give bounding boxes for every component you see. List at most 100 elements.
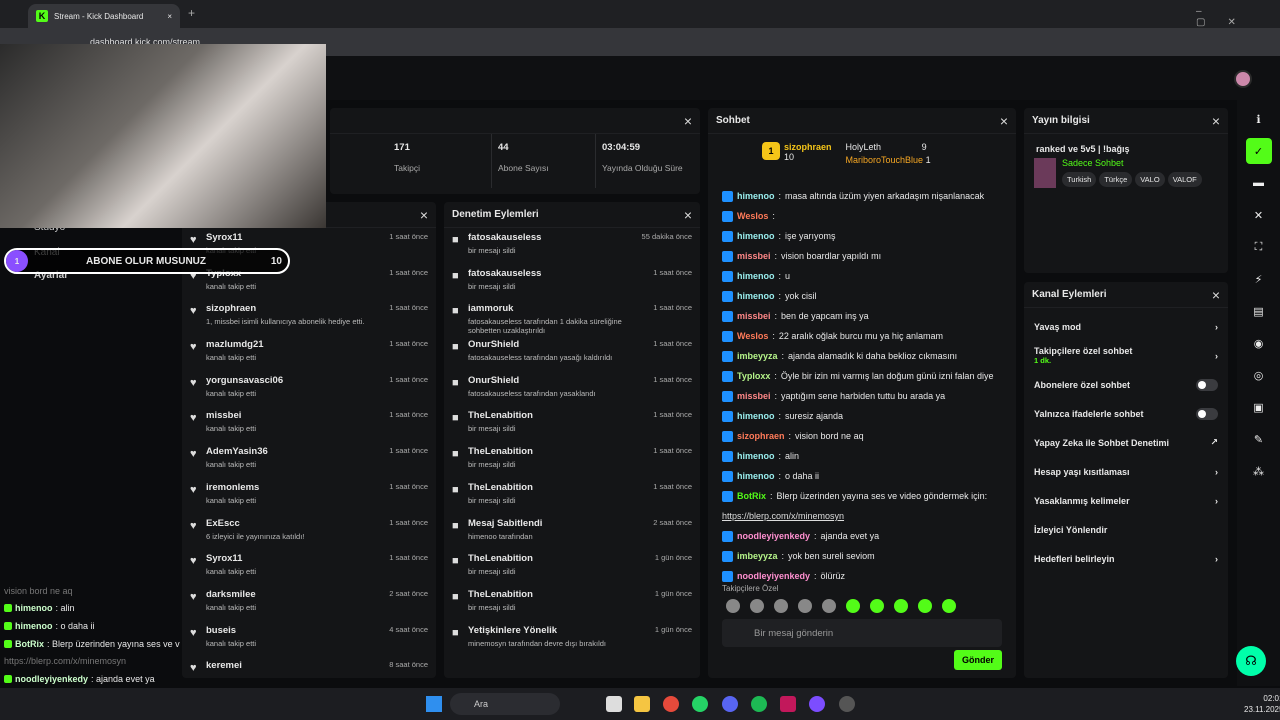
emote-icon[interactable] (894, 599, 908, 613)
tag-chip[interactable]: VALOF (1167, 172, 1202, 187)
support-button[interactable]: ☊ (1236, 646, 1266, 676)
activity-row[interactable]: ♥ buseis kanalı takip etti 4 saat önce (182, 621, 436, 657)
username[interactable]: OnurShield (468, 339, 612, 350)
app-icon[interactable] (780, 696, 796, 712)
chat-message[interactable]: imbeyyza: ajanda alamadık ki daha beklioz… (708, 346, 1016, 366)
close-icon[interactable]: × (167, 12, 172, 21)
chat-message[interactable]: imbeyyza: yok ben sureli seviom (708, 546, 1016, 566)
chat-username[interactable]: imbeyyza (737, 551, 778, 561)
tag-chip[interactable]: VALO (1135, 172, 1165, 187)
send-button[interactable]: Gönder (954, 650, 1002, 670)
file-explorer-icon[interactable] (634, 696, 650, 712)
chat-message[interactable]: sizophraen: vision bord ne aq (708, 426, 1016, 446)
channel-action[interactable]: Abonelere özel sohbet (1024, 370, 1228, 399)
chat-message[interactable]: missbei: ben de yapcam inş ya (708, 306, 1016, 326)
activity-row[interactable]: ♥ yorgunsavasci06 kanalı takip etti 1 saat … (182, 371, 436, 407)
close-icon[interactable]: × (684, 207, 692, 223)
emote-icon[interactable] (942, 599, 956, 613)
chat-message[interactable]: noodleyiyenkedy: ölürüz (708, 566, 1016, 582)
username[interactable]: sizophraen (206, 303, 364, 314)
activity-row[interactable]: ♥ missbei kanalı takip etti 1 saat önce (182, 406, 436, 442)
chat-message[interactable]: Weslos:22 aralık oğlak burcu mu ya hiç a… (708, 326, 1016, 346)
moderation-row[interactable]: ■ TheLenabition bir mesajı sildi 1 saat önc… (444, 478, 700, 514)
username[interactable]: iremonlems (206, 482, 259, 493)
username[interactable]: Mesaj Sabitlendi (468, 518, 542, 529)
username[interactable]: mazlumdg21 (206, 339, 264, 350)
moderation-row[interactable]: ■ iammoruk fatosakauseless tarafından 1 da… (444, 299, 700, 335)
spotify-icon[interactable] (751, 696, 767, 712)
username[interactable]: TheLenabition (468, 553, 533, 564)
chat-username[interactable]: missbei (737, 311, 771, 321)
chat-username[interactable]: Weslos (737, 211, 768, 221)
chat-username[interactable]: sizophraen (737, 431, 785, 441)
activity-row[interactable]: ♥ sizophraen 1, missbei isimli kullanıcıya… (182, 299, 436, 335)
username[interactable]: Syrox11 (206, 232, 256, 243)
moderation-row[interactable]: ■ OnurShield fatosakauseless tarafından ya… (444, 371, 700, 407)
close-icon[interactable]: × (684, 113, 692, 129)
moderation-row[interactable]: ■ TheLenabition bir mesajı sildi 1 saat önc… (444, 406, 700, 442)
channel-action[interactable]: Hedefleri belirleyin › (1024, 544, 1228, 573)
broadcast-icon[interactable]: ◎ (1246, 362, 1272, 388)
moderation-row[interactable]: ■ TheLenabition bir mesajı sildi 1 gün önce (444, 585, 700, 621)
moderation-row[interactable]: ■ Yetişkinlere Yönelik minemosyn tarafında… (444, 621, 700, 657)
activity-row[interactable]: ♥ iremonlems kanalı takip etti 1 saat önce (182, 478, 436, 514)
emote-row[interactable] (708, 595, 1016, 615)
clock[interactable]: 02:0123.11.2025 (1244, 693, 1280, 715)
fullscreen-icon[interactable]: ⛶ (1246, 234, 1272, 260)
chat-username[interactable]: BotRix (737, 491, 766, 501)
channel-action[interactable]: Yapay Zeka ile Sohbet Denetimi ↗ (1024, 428, 1228, 457)
chat-message[interactable]: himenoo: o daha ii (708, 466, 1016, 486)
username[interactable]: ExEscc (206, 518, 304, 529)
channel-action[interactable]: Yavaş mod › (1024, 312, 1228, 341)
chat-message[interactable]: himenoo: alin (708, 446, 1016, 466)
moderation-row[interactable]: ■ TheLenabition bir mesajı sildi 1 gün önce (444, 549, 700, 585)
window-controls[interactable]: –▢✕ (1196, 6, 1280, 28)
channel-action[interactable]: İzleyici Yönlendir (1024, 515, 1228, 544)
channel-action[interactable]: Takipçilere özel sohbet 1 dk. › (1024, 341, 1228, 370)
chat-username[interactable]: himenoo (737, 231, 775, 241)
moderation-row[interactable]: ■ fatosakauseless bir mesajı sildi 55 dakik… (444, 228, 700, 264)
username[interactable]: fatosakauseless (468, 268, 541, 279)
chat-message[interactable]: himenoo: u (708, 266, 1016, 286)
chat-icon[interactable]: ◉ (1246, 330, 1272, 356)
chat-username[interactable]: noodleyiyenkedy (737, 531, 810, 541)
toggle-switch[interactable] (1196, 407, 1218, 420)
emote-icon[interactable] (750, 599, 764, 613)
username[interactable]: TheLenabition (468, 482, 533, 493)
chat-message[interactable]: himenoo: işe yarıyomş (708, 226, 1016, 246)
tag-chip[interactable]: Turkish (1062, 172, 1097, 187)
moderation-row[interactable]: ■ TheLenabition bir mesajı sildi 1 saat önc… (444, 442, 700, 478)
chat-username[interactable]: himenoo (737, 291, 775, 301)
emote-icon[interactable] (774, 599, 788, 613)
chat-message[interactable]: himenoo: yok cisil (708, 286, 1016, 306)
whatsapp-icon[interactable] (692, 696, 708, 712)
taskbar-search[interactable]: Ara (450, 693, 560, 715)
new-tab-icon[interactable]: + (188, 6, 195, 20)
chat-username[interactable]: himenoo (737, 271, 775, 281)
channel-action[interactable]: Yasaklanmış kelimeler › (1024, 486, 1228, 515)
username[interactable]: AdemYasin36 (206, 446, 268, 457)
chat-message[interactable]: https://blerp.com/x/minemosyn (708, 506, 1016, 526)
channel-action[interactable]: Yalnızca ifadelerle sohbet (1024, 399, 1228, 428)
emote-icon[interactable] (846, 599, 860, 613)
username[interactable]: darksmilee (206, 589, 256, 600)
username[interactable]: fatosakauseless (468, 232, 541, 243)
chat-input[interactable]: Bir mesaj gönderin (722, 619, 1002, 647)
lightning-icon[interactable]: ⚡ (1246, 266, 1272, 292)
windows-start-icon[interactable] (426, 696, 442, 712)
obs-icon[interactable] (809, 696, 825, 712)
chat-username[interactable]: himenoo (737, 191, 775, 201)
close-icon[interactable]: × (1212, 113, 1220, 129)
moderation-row[interactable]: ■ OnurShield fatosakauseless tarafından ya… (444, 335, 700, 371)
info-icon[interactable]: ℹ (1246, 106, 1272, 132)
chat-message[interactable]: BotRix: Blerp üzerinden yayına ses ve vid… (708, 486, 1016, 506)
browser-tab[interactable]: K Stream - Kick Dashboard × (28, 4, 180, 28)
app-icon[interactable] (839, 696, 855, 712)
emote-icon[interactable] (870, 599, 884, 613)
chat-username[interactable]: Typloxx (737, 371, 770, 381)
username[interactable]: missbei (206, 410, 256, 421)
chat-message[interactable]: himenoo: masa altında üzüm yiyen arkadaşı… (708, 186, 1016, 206)
chat-message[interactable]: Weslos: (708, 206, 1016, 226)
chat-message[interactable]: himenoo: suresiz ajanda (708, 406, 1016, 426)
task-view-icon[interactable] (606, 696, 622, 712)
